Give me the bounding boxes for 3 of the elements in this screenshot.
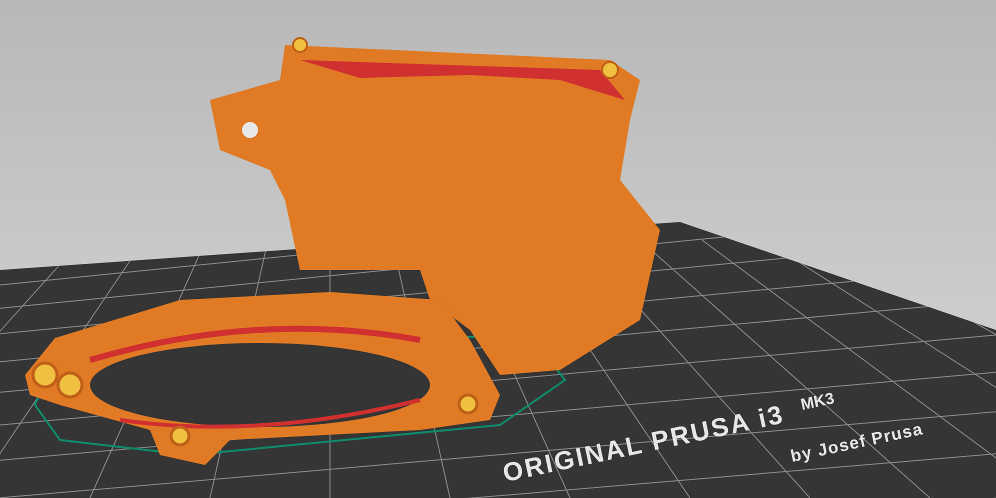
- bed-credit: by Josef Prusa: [788, 419, 925, 466]
- bed-label: ORIGINAL PRUSA i3: [500, 398, 787, 488]
- bed-model-label: MK3: [799, 390, 836, 414]
